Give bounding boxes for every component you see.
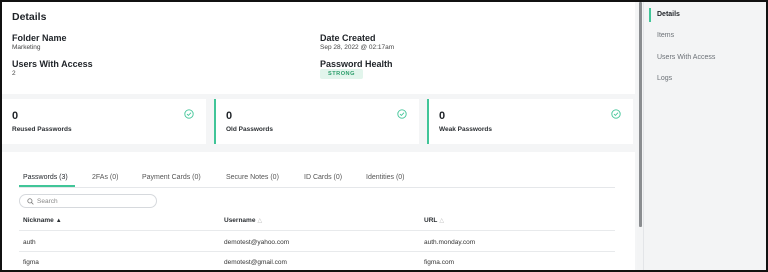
row-1-url[interactable]: auth.monday.com: [424, 239, 475, 246]
old-label: Old Passwords: [226, 126, 273, 133]
search-icon: [27, 198, 34, 205]
main-scrollbar[interactable]: [639, 2, 642, 227]
sort-up-icon: △: [257, 218, 263, 224]
password-health-label: Password Health: [320, 59, 393, 69]
column-header-nickname[interactable]: Nickname ▲: [23, 217, 62, 224]
sidebar-item-logs[interactable]: Logs: [657, 75, 672, 82]
check-circle-icon: [184, 109, 194, 119]
users-access-value: 2: [12, 70, 16, 77]
active-nav-indicator: [649, 8, 651, 22]
date-created-value: Sep 28, 2022 @ 02:17am: [320, 44, 395, 51]
row-2-username: demotest@gmail.com: [224, 259, 287, 266]
sidebar-item-items[interactable]: Items: [657, 32, 674, 39]
search-input[interactable]: [37, 196, 152, 206]
stat-card-old: 0 Old Passwords: [214, 99, 419, 144]
window-frame: Details Folder Name Marketing Date Creat…: [0, 0, 768, 272]
stat-card-weak: 0 Weak Passwords: [427, 99, 633, 144]
tab-id-cards[interactable]: ID Cards (0): [304, 174, 342, 181]
column-header-username[interactable]: Username △: [224, 217, 262, 224]
stat-card-reused: 0 Reused Passwords: [2, 99, 206, 144]
main-panel: Details Folder Name Marketing Date Creat…: [2, 2, 637, 270]
tab-payment-cards[interactable]: Payment Cards (0): [142, 174, 201, 181]
active-tab-indicator: [19, 185, 75, 187]
password-health-badge: STRONG: [320, 69, 363, 79]
search-box[interactable]: [19, 194, 157, 208]
reused-label: Reused Passwords: [12, 126, 72, 133]
tab-passwords[interactable]: Passwords (3): [23, 174, 68, 181]
sidebar-item-users-with-access[interactable]: Users With Access: [657, 54, 715, 61]
items-panel: Passwords (3) 2FAs (0) Payment Cards (0)…: [2, 152, 635, 270]
tab-divider: [19, 187, 615, 188]
page-title: Details: [12, 11, 47, 23]
reused-count: 0: [12, 110, 19, 122]
details-card: Details Folder Name Marketing Date Creat…: [2, 2, 635, 94]
row-2-nickname[interactable]: figma: [23, 259, 39, 266]
users-access-label: Users With Access: [12, 59, 93, 69]
sort-up-icon: △: [439, 218, 444, 224]
row-1-username: demotest@yahoo.com: [224, 239, 290, 246]
column-header-url[interactable]: URL △: [424, 217, 444, 224]
sidebar-item-details[interactable]: Details: [657, 11, 680, 18]
date-created-label: Date Created: [320, 33, 376, 43]
sort-up-icon: ▲: [55, 218, 62, 224]
row-2-url[interactable]: figma.com: [424, 259, 454, 266]
row-divider: [19, 251, 615, 252]
check-circle-icon: [611, 109, 621, 119]
column-label: Username: [224, 217, 256, 224]
folder-name-value: Marketing: [12, 44, 41, 51]
tab-secure-notes[interactable]: Secure Notes (0): [226, 174, 279, 181]
old-count: 0: [226, 110, 233, 122]
sidebar-nav: Details Items Users With Access Logs: [643, 2, 766, 270]
row-1-nickname[interactable]: auth: [23, 239, 36, 246]
column-label: Nickname: [23, 217, 54, 224]
weak-label: Weak Passwords: [439, 126, 492, 133]
header-divider: [19, 230, 615, 231]
check-circle-icon: [397, 109, 407, 119]
folder-name-label: Folder Name: [12, 33, 67, 43]
tab-2fas[interactable]: 2FAs (0): [92, 174, 118, 181]
tab-identities[interactable]: Identities (0): [366, 174, 405, 181]
weak-count: 0: [439, 110, 446, 122]
column-label: URL: [424, 217, 438, 224]
